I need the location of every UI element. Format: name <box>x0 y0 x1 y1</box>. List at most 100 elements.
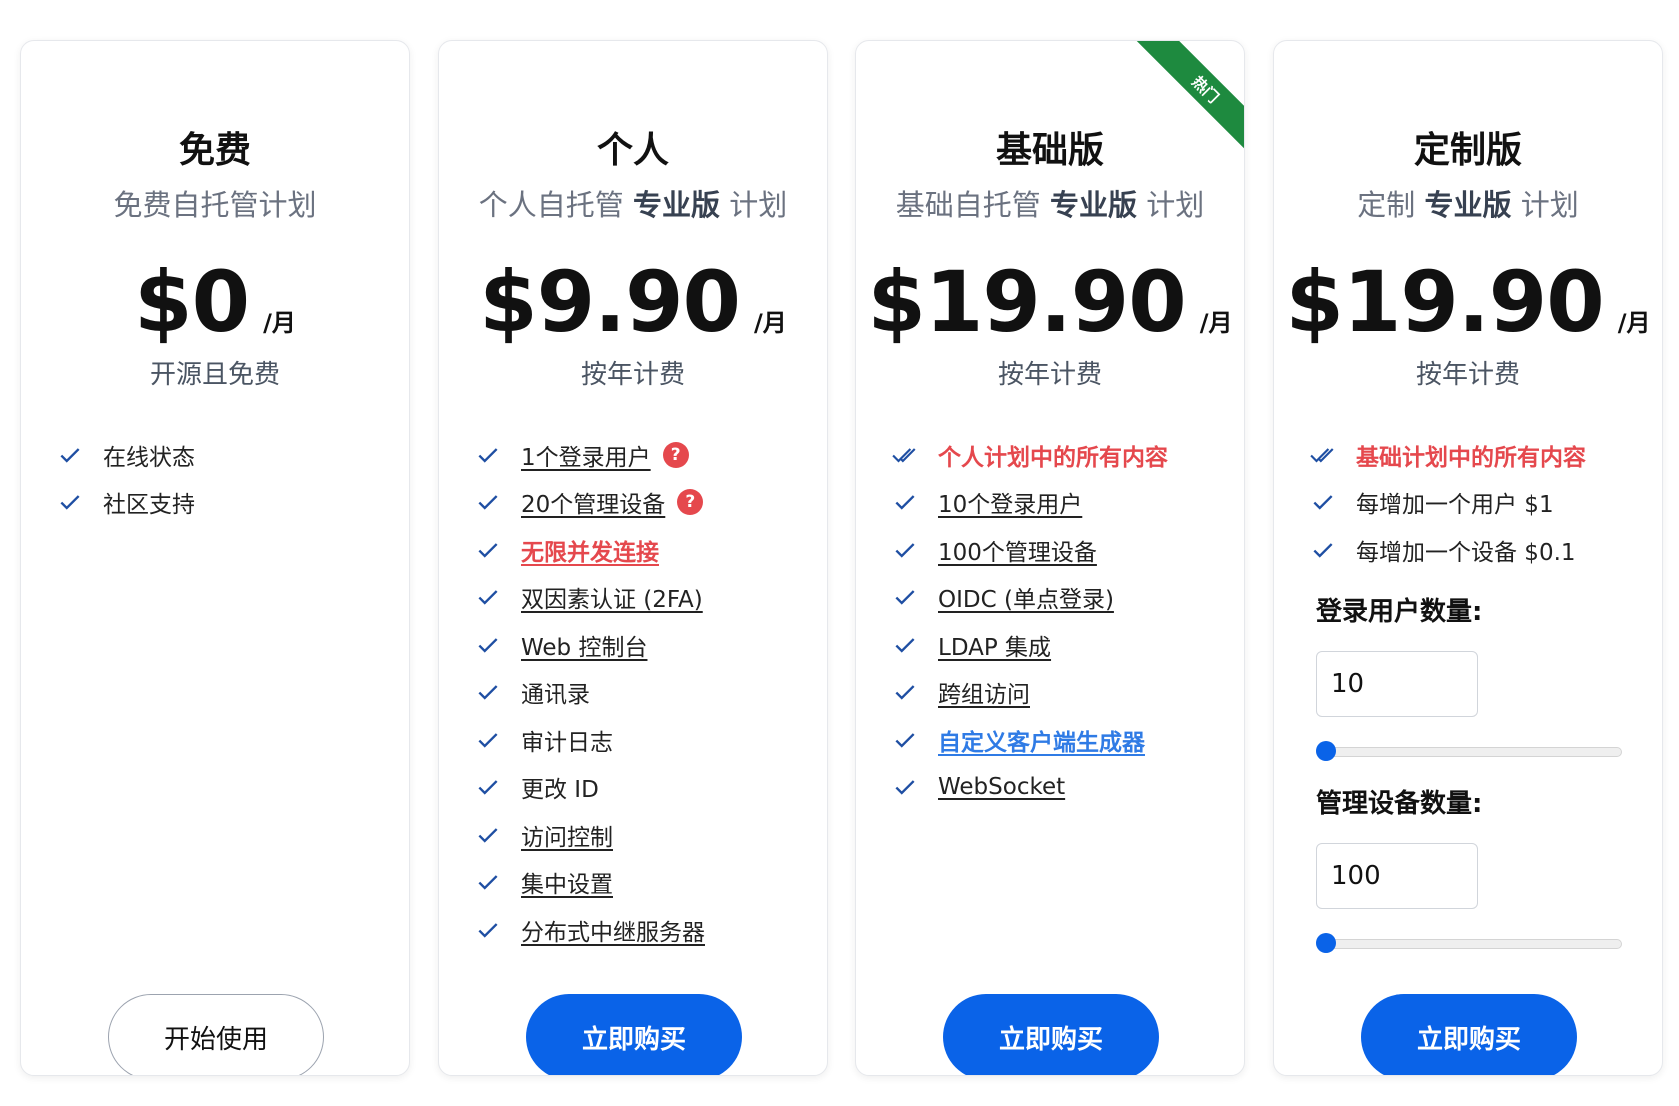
check-icon <box>60 447 80 463</box>
plan-price: $9.90/月 <box>439 253 827 351</box>
plan-subtitle-pro: 专业版 <box>1424 188 1512 222</box>
buy-now-button[interactable]: 立即购买 <box>943 994 1159 1075</box>
feature-label: 个人计划中的所有内容 <box>938 444 1168 471</box>
plan-price: $0/月 <box>21 253 409 351</box>
slider-thumb[interactable] <box>1316 933 1336 953</box>
plan-card-personal: 个人 个人自托管 专业版 计划 $9.90/月 按年计费 1个登录用户? 20个… <box>438 40 828 1076</box>
feature-list: 基础计划中的所有内容 每增加一个用户 $1 每增加一个设备 $0.1 <box>1310 431 1642 574</box>
feature-item: 社区支持 <box>57 479 389 527</box>
check-icon <box>895 780 915 795</box>
feature-list: 在线状态 社区支持 <box>57 431 389 526</box>
feature-link[interactable]: 双因素认证 (2FA) <box>521 580 703 614</box>
devices-count-label: 管理设备数量: <box>1316 789 1483 819</box>
users-count-input[interactable] <box>1316 651 1478 717</box>
plan-subtitle-suffix: 计划 <box>729 188 788 222</box>
feature-link[interactable]: 20个管理设备 <box>521 485 665 519</box>
check-icon <box>895 542 915 558</box>
feature-link[interactable]: 分布式中继服务器 <box>521 913 705 947</box>
get-started-button[interactable]: 开始使用 <box>108 994 324 1075</box>
feature-item: OIDC (单点登录) <box>892 574 1224 622</box>
feature-item: 审计日志 <box>475 716 807 764</box>
billing-note: 按年计费 <box>1415 360 1520 390</box>
plan-subtitle-text: 基础自托管 <box>895 188 1041 222</box>
slider-track <box>1316 939 1622 949</box>
feature-link[interactable]: OIDC (单点登录) <box>938 580 1114 614</box>
feature-list: 个人计划中的所有内容 10个登录用户 100个管理设备 OIDC (单点登录) … <box>892 431 1224 811</box>
feature-link[interactable]: Web 控制台 <box>521 628 647 662</box>
feature-link[interactable]: LDAP 集成 <box>938 628 1051 662</box>
slider-track <box>1316 747 1622 757</box>
devices-count-slider[interactable] <box>1316 933 1622 953</box>
plan-price: $19.90/月 <box>1274 253 1662 351</box>
plan-subtitle: 个人自托管 专业版 计划 <box>439 182 827 224</box>
plan-price: $19.90/月 <box>856 253 1244 351</box>
feature-item: 1个登录用户? <box>475 431 807 479</box>
help-icon[interactable]: ? <box>677 489 704 516</box>
double-check-icon <box>892 448 916 463</box>
plan-subtitle-pro: 专业版 <box>1049 188 1137 222</box>
check-icon <box>1313 542 1333 558</box>
check-icon <box>478 637 498 653</box>
buy-now-button[interactable]: 立即购买 <box>1361 994 1577 1075</box>
feature-label: 审计日志 <box>521 729 613 756</box>
slider-thumb[interactable] <box>1316 741 1336 761</box>
buy-now-button[interactable]: 立即购买 <box>526 994 742 1075</box>
billing-note: 按年计费 <box>580 360 685 390</box>
plan-subtitle: 定制 专业版 计划 <box>1274 182 1662 224</box>
feature-item: 100个管理设备 <box>892 526 1224 574</box>
users-count-slider[interactable] <box>1316 741 1622 761</box>
check-icon <box>478 780 498 795</box>
check-icon <box>478 542 498 558</box>
feature-item: 跨组访问 <box>892 669 1224 717</box>
help-icon[interactable]: ? <box>662 441 689 468</box>
feature-list: 1个登录用户? 20个管理设备? 无限并发连接 双因素认证 (2FA) Web … <box>475 431 807 954</box>
billing-note: 开源且免费 <box>149 360 280 390</box>
plan-title: 定制版 <box>1413 130 1522 171</box>
price-amount: $19.90 <box>1285 253 1605 351</box>
feature-label: 每增加一个设备 $0.1 <box>1356 539 1576 566</box>
feature-link[interactable]: 10个登录用户 <box>938 485 1082 519</box>
price-period: /月 <box>1617 309 1651 337</box>
feature-label: 通讯录 <box>521 682 590 709</box>
plan-subtitle-text: 定制 <box>1357 188 1416 222</box>
feature-item: 10个登录用户 <box>892 479 1224 527</box>
plan-subtitle: 基础自托管 专业版 计划 <box>856 182 1244 224</box>
feature-link[interactable]: WebSocket <box>938 774 1065 800</box>
check-icon <box>895 732 915 748</box>
double-check-icon <box>1310 448 1334 463</box>
check-icon <box>478 685 498 700</box>
billing-note: 按年计费 <box>997 360 1102 390</box>
check-icon <box>895 637 915 653</box>
feature-link[interactable]: 自定义客户端生成器 <box>938 723 1145 757</box>
plan-card-free: 免费 免费自托管计划 $0/月 开源且免费 在线状态 社区支持 开始使用 <box>20 40 410 1076</box>
feature-item: 每增加一个用户 $1 <box>1310 479 1642 527</box>
feature-item: WebSocket <box>892 764 1224 812</box>
feature-item: 双因素认证 (2FA) <box>475 574 807 622</box>
check-icon <box>478 875 498 890</box>
pricing-page: 免费 免费自托管计划 $0/月 开源且免费 在线状态 社区支持 开始使用 个人 … <box>0 0 1679 1106</box>
devices-count-input[interactable] <box>1316 843 1478 909</box>
feature-link[interactable]: 100个管理设备 <box>938 533 1097 567</box>
plan-card-basic: 热门 基础版 基础自托管 专业版 计划 $19.90/月 按年计费 个人计划中的… <box>855 40 1245 1076</box>
price-period: /月 <box>263 309 296 337</box>
plan-subtitle: 免费自托管计划 <box>21 182 409 224</box>
check-icon <box>478 922 498 938</box>
plan-subtitle-text: 个人自托管 <box>478 188 624 222</box>
feature-link[interactable]: 访问控制 <box>521 818 613 852</box>
feature-item: 更改 ID <box>475 764 807 812</box>
check-icon <box>478 590 498 605</box>
feature-link[interactable]: 集中设置 <box>521 865 613 899</box>
plan-card-custom: 定制版 定制 专业版 计划 $19.90/月 按年计费 基础计划中的所有内容 每… <box>1273 40 1663 1076</box>
feature-item: 每增加一个设备 $0.1 <box>1310 526 1642 574</box>
feature-link[interactable]: 无限并发连接 <box>521 533 659 567</box>
feature-item: 20个管理设备? <box>475 479 807 527</box>
price-period: /月 <box>753 309 787 337</box>
feature-item: 集中设置 <box>475 859 807 907</box>
plan-subtitle-suffix: 计划 <box>1520 188 1579 222</box>
feature-link[interactable]: 跨组访问 <box>938 675 1030 709</box>
price-period: /月 <box>1199 309 1233 337</box>
price-amount: $0 <box>134 253 250 351</box>
users-count-label: 登录用户数量: <box>1316 597 1483 627</box>
check-icon <box>895 590 915 605</box>
feature-link[interactable]: 1个登录用户 <box>521 438 651 472</box>
